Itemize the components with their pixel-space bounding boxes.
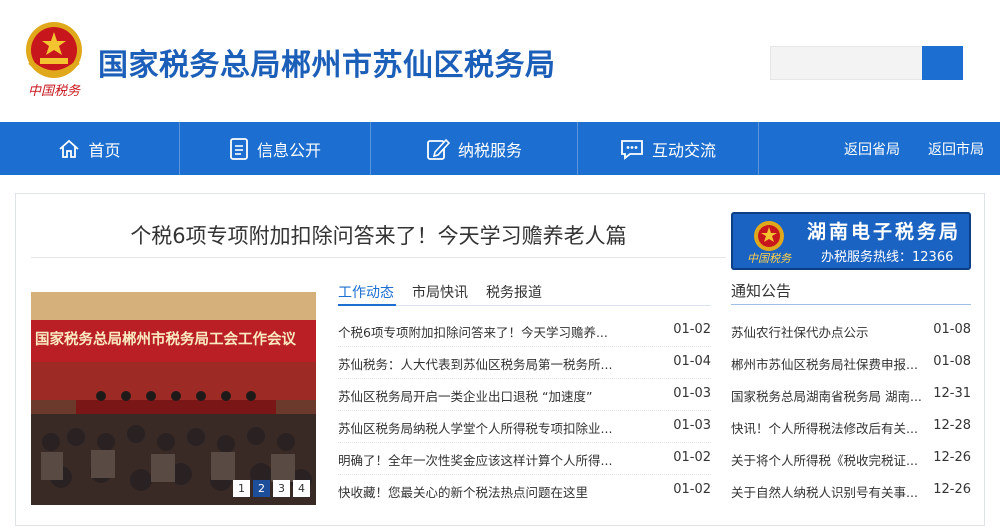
return-province-link[interactable]: 返回省局 [844,122,900,175]
notice-date: 12-26 [933,482,971,497]
site-title: 国家税务总局郴州市苏仙区税务局 [98,48,556,83]
nav-item-interaction[interactable]: 互动交流 [578,122,758,175]
news-date: 01-04 [673,354,711,369]
tab-city-bulletin[interactable]: 市局快讯 [412,282,468,302]
notice-date: 12-28 [933,418,971,433]
news-title[interactable]: 明确了！全年一次性奖金应该这样计算个人所得... [338,450,618,469]
slideshow-pager: 1 2 3 4 [233,480,310,497]
slideshow-photo [31,292,316,505]
slideshow-page-button[interactable]: 3 [273,480,290,497]
headline-link[interactable]: 个税6项专项附加扣除问答来了！今天学习赡养老人篇 [31,220,726,250]
news-title[interactable]: 苏仙区税务局纳税人学堂个人所得税专项扣除业... [338,418,618,437]
chat-bubble-icon [621,139,643,160]
news-date: 01-02 [673,322,711,337]
news-title[interactable]: 个税6项专项附加扣除问答来了！今天学习赡养... [338,322,618,341]
list-item[interactable]: 苏仙区税务局开启一类企业出口退税 “加速度” 01-03 [338,379,711,411]
active-tab-indicator [338,304,396,306]
nav-label-interaction: 互动交流 [651,140,716,160]
nav-label-info-public: 信息公开 [256,140,321,160]
list-item[interactable]: 关于自然人纳税人识别号有关事... 12-26 [731,475,971,507]
nav-item-tax-service[interactable]: 纳税服务 [371,122,577,175]
notice-list: 苏仙农行社保代办点公示 01-08 郴州市苏仙区税务局社保费申报... 01-0… [731,315,971,507]
notice-section-title: 通知公告 [731,282,792,300]
list-item[interactable]: 苏仙农行社保代办点公示 01-08 [731,315,971,347]
document-icon [230,137,248,160]
notice-title[interactable]: 苏仙农行社保代办点公示 [731,322,921,341]
nav-item-home[interactable]: 首页 [0,122,179,175]
news-title[interactable]: 苏仙税务：人大代表到苏仙区税务局第一税务所... [338,354,618,373]
hunan-etax-banner[interactable]: 中国税务 湖南电子税务局 办税服务热线：12366 [731,212,971,270]
site-header: 中国税务 国家税务总局郴州市苏仙区税务局 [0,0,1000,122]
emblem-caption: 中国税务 [27,84,80,99]
slideshow-page-button-active[interactable]: 2 [253,480,270,497]
return-city-link[interactable]: 返回市局 [928,122,984,175]
news-tabs: 工作动态 市局快讯 税务报道 [338,280,711,306]
home-icon [59,139,80,158]
news-date: 01-02 [673,450,711,465]
notice-title[interactable]: 关于将个人所得税《税收完税证... [731,450,921,469]
slideshow-page-button[interactable]: 4 [293,480,310,497]
list-item[interactable]: 快收藏！您最关心的新个税法热点问题在这里 01-02 [338,475,711,507]
notice-title[interactable]: 快讯！个人所得税法修改后有关... [731,418,921,437]
notice-date: 01-08 [933,322,971,337]
news-date: 01-03 [673,386,711,401]
list-item[interactable]: 个税6项专项附加扣除问答来了！今天学习赡养... 01-02 [338,315,711,347]
main-content: 个税6项专项附加扣除问答来了！今天学习赡养老人篇 国家税务总局郴州市税务局工会工… [15,193,985,526]
list-item[interactable]: 国家税务总局湖南省税务局 湖南... 12-31 [731,379,971,411]
notice-date: 01-08 [933,354,971,369]
list-item[interactable]: 明确了！全年一次性奖金应该这样计算个人所得... 01-02 [338,443,711,475]
tab-tax-reports[interactable]: 税务报道 [486,282,542,302]
notice-date: 12-26 [933,450,971,465]
divider [31,257,726,258]
banner-frame [731,212,971,270]
list-item[interactable]: 苏仙税务：人大代表到苏仙区税务局第一税务所... 01-04 [338,347,711,379]
notice-title[interactable]: 郴州市苏仙区税务局社保费申报... [731,354,921,373]
divider [731,304,971,305]
news-title[interactable]: 苏仙区税务局开启一类企业出口退税 “加速度” [338,386,618,405]
nav-label-tax-service: 纳税服务 [457,140,522,160]
news-list: 个税6项专项附加扣除问答来了！今天学习赡养... 01-02 苏仙税务：人大代表… [338,315,711,507]
list-item[interactable]: 关于将个人所得税《税收完税证... 12-26 [731,443,971,475]
news-slideshow[interactable]: 国家税务总局郴州市税务局工会工作会议 1 2 3 4 [31,292,316,505]
notice-date: 12-31 [933,386,971,401]
tax-emblem-logo[interactable]: 中国税务 [22,18,86,104]
list-item[interactable]: 快讯！个人所得税法修改后有关... 12-28 [731,411,971,443]
news-date: 01-02 [673,482,711,497]
slideshow-banner-text: 国家税务总局郴州市税务局工会工作会议 [35,332,296,348]
nav-label-home: 首页 [88,140,121,160]
search-button[interactable] [922,46,963,80]
main-nav: 首页 信息公开 纳税服务 互动交流 返回省局 返回市局 [0,122,1000,175]
slideshow-page-button[interactable]: 1 [233,480,250,497]
news-date: 01-03 [673,418,711,433]
list-item[interactable]: 郴州市苏仙区税务局社保费申报... 01-08 [731,347,971,379]
notice-title[interactable]: 国家税务总局湖南省税务局 湖南... [731,386,921,405]
nav-item-info-public[interactable]: 信息公开 [180,122,370,175]
notice-title[interactable]: 关于自然人纳税人识别号有关事... [731,482,921,501]
pencil-edit-icon [427,138,450,160]
tab-work-news[interactable]: 工作动态 [338,282,394,302]
list-item[interactable]: 苏仙区税务局纳税人学堂个人所得税专项扣除业... 01-03 [338,411,711,443]
search-input[interactable] [770,46,922,80]
nav-divider [758,122,759,175]
news-title[interactable]: 快收藏！您最关心的新个税法热点问题在这里 [338,482,618,501]
